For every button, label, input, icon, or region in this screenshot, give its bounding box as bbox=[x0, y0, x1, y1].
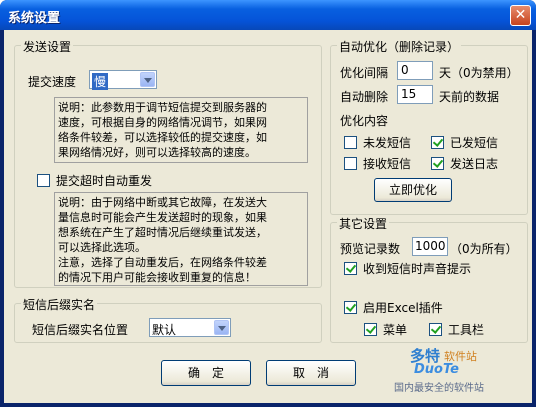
chevron-down-icon[interactable] bbox=[214, 320, 229, 335]
suffix-position-value: 默认 bbox=[152, 323, 177, 337]
menu-checkbox[interactable]: 菜单 bbox=[364, 322, 408, 337]
send-log-box[interactable] bbox=[431, 156, 444, 170]
excel-box[interactable] bbox=[344, 300, 357, 314]
cancel-button[interactable]: 取 消 bbox=[266, 360, 356, 386]
preview-label: 预览记录数 bbox=[340, 242, 401, 256]
window-title: 系统设置 bbox=[8, 11, 61, 26]
toolbar-checkbox[interactable]: 工具栏 bbox=[429, 322, 485, 337]
delete-unit: 天前的数据 bbox=[439, 90, 500, 104]
dialog-body: 发送设置 提交速度 慢 说明：此参数用于调节短信提交到服务器的 速度，可根据自身… bbox=[4, 30, 532, 403]
excel-label: 启用Excel插件 bbox=[363, 300, 443, 315]
sound-checkbox[interactable]: 收到短信时声音提示 bbox=[344, 261, 472, 276]
settings-window: 系统设置 ✕ 发送设置 提交速度 慢 说明：此参数用于调节短信提交到服务器的 速… bbox=[0, 0, 536, 407]
sound-box[interactable] bbox=[344, 261, 357, 275]
title-bar[interactable]: 系统设置 ✕ bbox=[0, 0, 536, 30]
sent-label: 已发短信 bbox=[450, 135, 499, 150]
toolbar-label: 工具栏 bbox=[448, 322, 485, 337]
preview-input[interactable]: 1000 bbox=[412, 237, 448, 256]
timeout-resend-checkbox[interactable]: 提交超时自动重发 bbox=[37, 173, 153, 188]
sent-box[interactable] bbox=[431, 135, 444, 149]
sound-label: 收到短信时声音提示 bbox=[363, 261, 472, 276]
unsent-checkbox[interactable]: 未发短信 bbox=[344, 135, 412, 150]
send-settings-label: 发送设置 bbox=[21, 38, 74, 55]
unsent-box[interactable] bbox=[344, 135, 357, 149]
unsent-label: 未发短信 bbox=[363, 135, 412, 150]
suffix-group-label: 短信后缀实名 bbox=[21, 296, 98, 313]
send-log-label: 发送日志 bbox=[450, 156, 499, 171]
suffix-position-label: 短信后缀实名位置 bbox=[32, 323, 129, 337]
send-log-checkbox[interactable]: 发送日志 bbox=[431, 156, 499, 171]
speed-note: 说明：此参数用于调节短信提交到服务器的 速度，可根据自身的网络情况调节，如果网 … bbox=[54, 97, 308, 163]
auto-optimize-label: 自动优化（删除记录） bbox=[337, 38, 462, 55]
suffix-position-select[interactable]: 默认 bbox=[149, 318, 231, 337]
timeout-resend-box[interactable] bbox=[37, 173, 50, 187]
delete-label: 自动删除 bbox=[340, 90, 389, 104]
received-box[interactable] bbox=[344, 156, 357, 170]
speed-label: 提交速度 bbox=[28, 75, 77, 89]
duote-watermark: 多特 软件站 DuoTe 国内最安全的软件站 bbox=[386, 345, 526, 395]
watermark-slogan: 国内最安全的软件站 bbox=[394, 383, 484, 394]
watermark-site: DuoTe bbox=[414, 362, 459, 377]
optimize-content-label: 优化内容 bbox=[340, 114, 389, 128]
optimize-now-button[interactable]: 立即优化 bbox=[374, 178, 452, 202]
interval-input[interactable]: 0 bbox=[397, 61, 433, 80]
close-icon: ✕ bbox=[514, 7, 527, 23]
speed-value: 慢 bbox=[92, 73, 109, 90]
preview-unit: （0为所有） bbox=[450, 242, 518, 256]
toolbar-box[interactable] bbox=[429, 322, 442, 336]
received-checkbox[interactable]: 接收短信 bbox=[344, 156, 412, 171]
timeout-note: 说明：由于网络中断或其它故障，在发送大 量信息时可能会产生发送超时的现象，如果 … bbox=[54, 192, 308, 286]
close-button[interactable]: ✕ bbox=[510, 5, 531, 26]
interval-unit: 天（0为禁用） bbox=[439, 66, 519, 80]
delete-input[interactable]: 15 bbox=[397, 85, 433, 104]
timeout-resend-label: 提交超时自动重发 bbox=[56, 173, 153, 188]
sent-checkbox[interactable]: 已发短信 bbox=[431, 135, 499, 150]
menu-box[interactable] bbox=[364, 322, 377, 336]
other-settings-label: 其它设置 bbox=[337, 215, 390, 232]
ok-button[interactable]: 确 定 bbox=[161, 360, 251, 386]
speed-select[interactable]: 慢 bbox=[89, 70, 157, 90]
chevron-down-icon[interactable] bbox=[140, 72, 155, 87]
menu-label: 菜单 bbox=[383, 322, 408, 337]
excel-checkbox[interactable]: 启用Excel插件 bbox=[344, 300, 443, 315]
interval-label: 优化间隔 bbox=[340, 66, 389, 80]
received-label: 接收短信 bbox=[363, 156, 412, 171]
